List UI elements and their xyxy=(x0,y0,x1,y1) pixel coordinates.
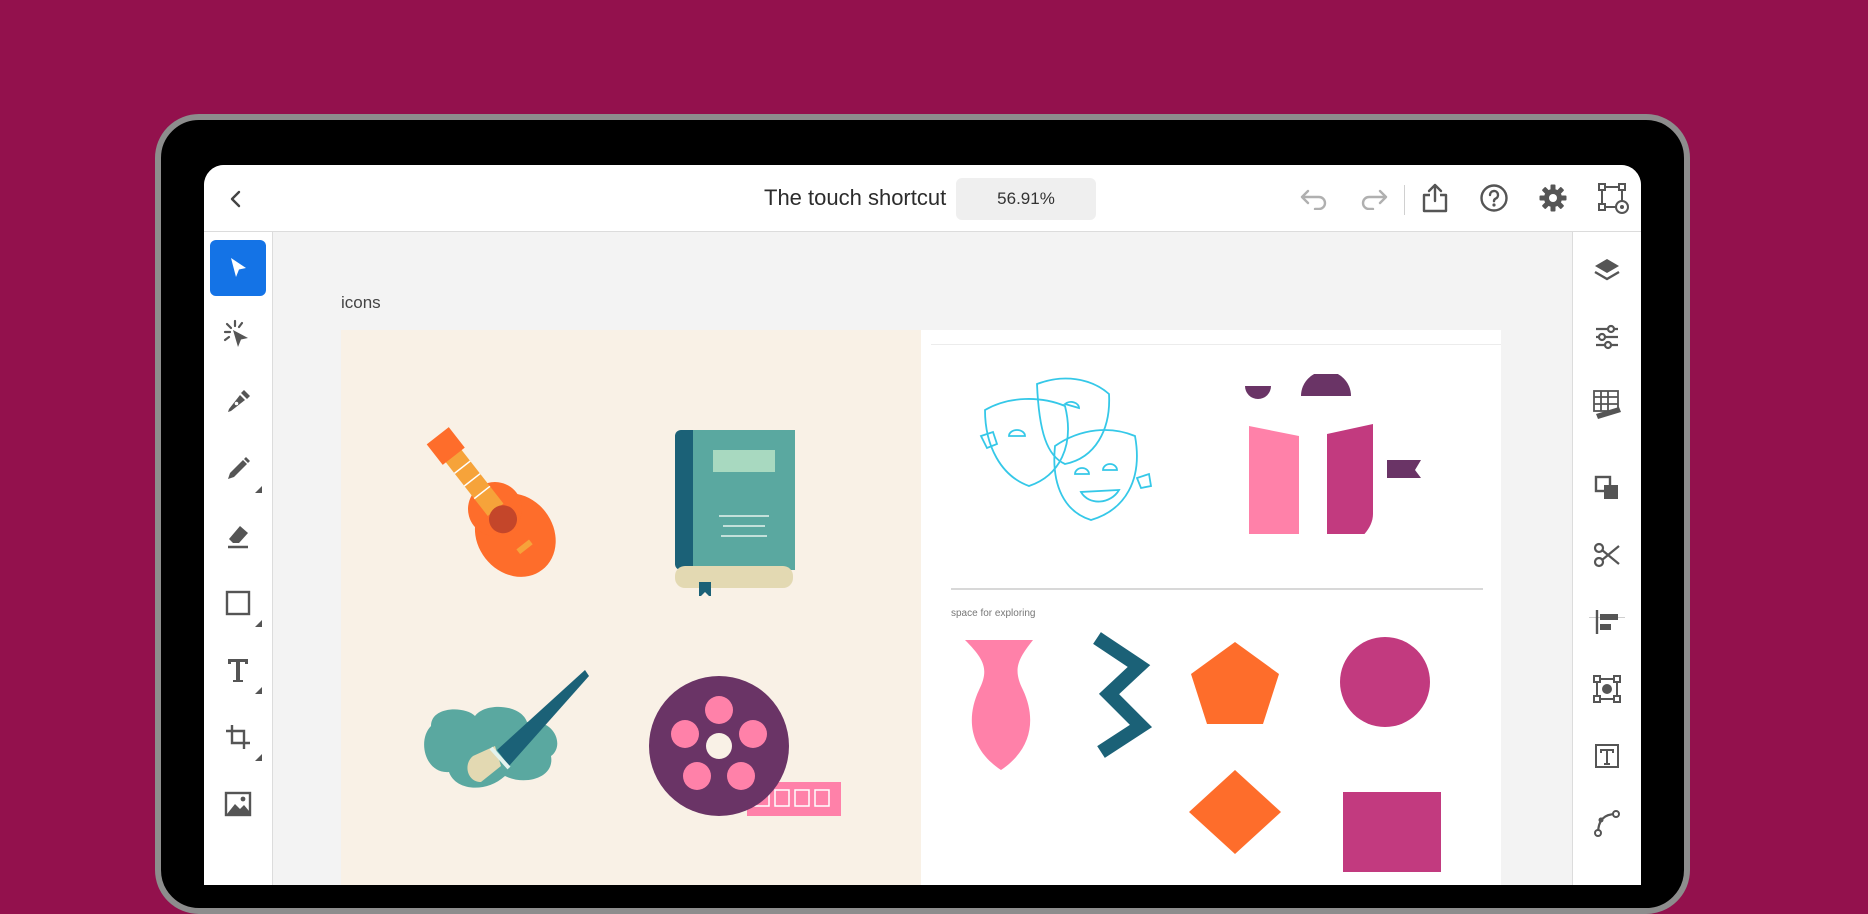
chevron-left-icon xyxy=(230,190,241,208)
type-box-icon xyxy=(1595,744,1619,768)
transform-tool[interactable] xyxy=(210,709,266,765)
help-button[interactable] xyxy=(1475,179,1513,217)
direct-select-icon xyxy=(223,319,248,347)
path-icon xyxy=(1594,810,1620,837)
settings-button[interactable] xyxy=(1534,179,1572,217)
properties-button[interactable] xyxy=(1579,309,1635,365)
arrow-icon xyxy=(231,258,246,277)
panel-top-border xyxy=(931,344,1501,345)
section-divider xyxy=(951,588,1483,590)
arrange-button[interactable] xyxy=(1579,460,1635,516)
film-reel-illustration[interactable] xyxy=(649,670,849,820)
back-button[interactable] xyxy=(218,181,254,217)
pen-icon xyxy=(228,390,250,412)
grid-ruler-icon xyxy=(1593,390,1621,419)
eraser-tool[interactable] xyxy=(210,508,266,564)
pen-tool[interactable] xyxy=(210,374,266,430)
path-button[interactable] xyxy=(1579,795,1635,851)
arrange-icon xyxy=(1594,475,1618,499)
grid-button[interactable] xyxy=(1579,376,1635,432)
zoom-level[interactable]: 56.91% xyxy=(956,178,1096,220)
rectangle-icon xyxy=(225,590,251,616)
sliders-icon xyxy=(1596,324,1618,350)
scissors-icon xyxy=(1593,542,1620,568)
type-properties-button[interactable] xyxy=(1579,728,1635,784)
image-tool[interactable] xyxy=(210,776,266,832)
explore-label: space for exploring xyxy=(951,608,1036,619)
tools-panel xyxy=(204,232,273,885)
artboard-preview-icon xyxy=(1598,183,1629,214)
tool-flyout-indicator xyxy=(255,687,262,694)
undo-button[interactable] xyxy=(1296,181,1332,217)
undo-icon xyxy=(1300,189,1327,210)
redo-icon xyxy=(1361,189,1388,210)
tool-flyout-indicator xyxy=(255,620,262,627)
type-tool[interactable] xyxy=(210,642,266,698)
cut-button[interactable] xyxy=(1579,527,1635,583)
app-screen: The touch shortcut 56.91% icons space fo… xyxy=(204,165,1641,885)
share-icon xyxy=(1422,183,1448,213)
document-title[interactable]: The touch shortcut xyxy=(764,185,946,211)
image-icon xyxy=(224,791,252,817)
layers-icon xyxy=(1594,259,1620,281)
paint-brush-illustration[interactable] xyxy=(405,666,605,826)
type-icon xyxy=(228,659,248,682)
rectangle-tool[interactable] xyxy=(210,575,266,631)
explore-shapes[interactable] xyxy=(961,630,1491,885)
abstract-shapes-illustration[interactable] xyxy=(1241,374,1421,534)
book-illustration[interactable] xyxy=(671,426,801,596)
gear-icon xyxy=(1539,184,1567,212)
icon-panel xyxy=(341,330,921,885)
align-button[interactable] xyxy=(1579,594,1635,650)
theater-masks-illustration[interactable] xyxy=(979,366,1179,546)
help-icon xyxy=(1480,184,1508,212)
transform-icon xyxy=(226,725,250,749)
artboard-label: icons xyxy=(341,293,381,312)
toolbar-divider xyxy=(1404,185,1405,215)
tool-flyout-indicator xyxy=(255,754,262,761)
direct-select-tool[interactable] xyxy=(210,307,266,363)
top-bar: The touch shortcut 56.91% xyxy=(204,165,1641,232)
redo-button[interactable] xyxy=(1356,181,1392,217)
transform-box-icon xyxy=(1593,675,1621,703)
transform-button[interactable] xyxy=(1579,661,1635,717)
share-button[interactable] xyxy=(1416,179,1454,217)
eraser-icon xyxy=(228,526,248,549)
artboard[interactable]: space for exploring xyxy=(341,330,1501,885)
tool-flyout-indicator xyxy=(255,486,262,493)
layers-button[interactable] xyxy=(1579,242,1635,298)
guitar-illustration[interactable] xyxy=(405,424,585,594)
pencil-tool[interactable] xyxy=(210,441,266,497)
preview-button[interactable] xyxy=(1594,179,1632,217)
select-tool[interactable] xyxy=(210,240,266,296)
pencil-icon xyxy=(228,457,250,479)
align-left-icon xyxy=(1595,610,1618,634)
properties-toolbar xyxy=(1572,232,1641,885)
